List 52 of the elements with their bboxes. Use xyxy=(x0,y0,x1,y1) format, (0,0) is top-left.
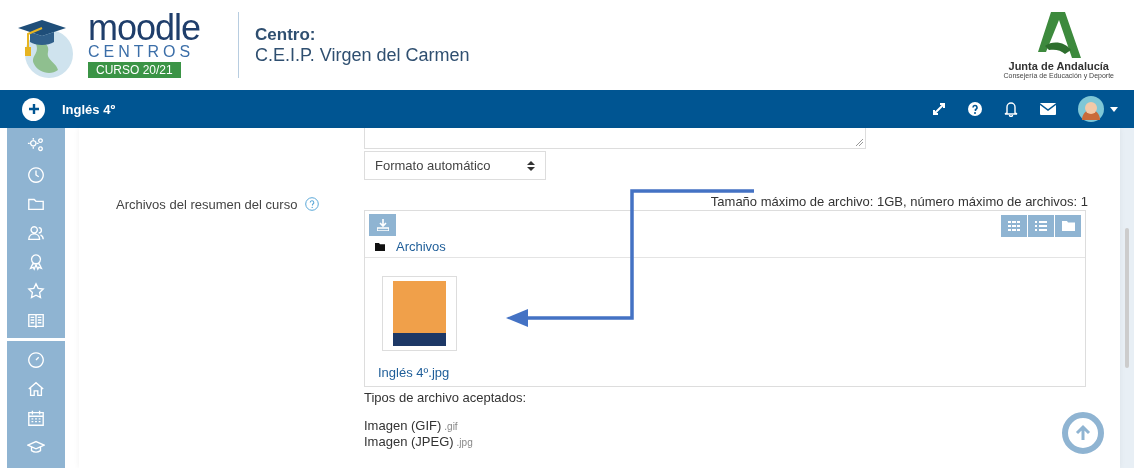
course-title[interactable]: Inglés 4º xyxy=(62,101,116,117)
help-icon[interactable] xyxy=(968,102,982,116)
summary-textarea[interactable] xyxy=(364,128,866,149)
notification-bell-icon[interactable] xyxy=(1004,101,1018,117)
book-icon[interactable] xyxy=(27,311,45,329)
folder-icon xyxy=(375,242,385,251)
list-view-button[interactable] xyxy=(1028,215,1054,237)
centro-name: C.E.I.P. Virgen del Carmen xyxy=(255,44,470,66)
gauge-icon[interactable] xyxy=(27,351,45,369)
caret-icon[interactable] xyxy=(1110,106,1118,112)
folder-icon xyxy=(1061,221,1075,231)
up-arrow-icon xyxy=(1074,424,1092,442)
junta-logo-icon xyxy=(1036,11,1081,58)
download-button[interactable] xyxy=(369,214,396,236)
file-type-name: Imagen (JPEG) xyxy=(364,434,454,449)
star-icon[interactable] xyxy=(27,282,45,300)
add-button[interactable] xyxy=(22,97,45,121)
course-year-badge: CURSO 20/21 xyxy=(88,61,181,78)
calendar-icon[interactable] xyxy=(27,409,45,427)
folder-path-link[interactable]: Archivos xyxy=(396,239,446,254)
award-icon[interactable] xyxy=(27,253,45,271)
grid-view-button[interactable] xyxy=(1001,215,1027,237)
centro-label: Centro: xyxy=(255,24,317,45)
avatar-icon[interactable] xyxy=(1078,96,1104,122)
field-label: Archivos del resumen del curso xyxy=(116,197,298,212)
photo-placeholder xyxy=(393,281,446,346)
logo-subtitle: CENTROS xyxy=(88,42,195,61)
scroll-to-top-button[interactable] xyxy=(1062,412,1104,454)
plus-icon xyxy=(27,103,40,115)
file-extension: .gif xyxy=(444,421,458,432)
format-select[interactable]: Formato automático xyxy=(364,151,546,180)
file-thumbnail[interactable] xyxy=(382,276,457,351)
grid-icon xyxy=(1008,221,1020,231)
folder-view-button[interactable] xyxy=(1055,215,1081,237)
mail-icon[interactable] xyxy=(1040,103,1056,115)
file-type-name: Imagen (GIF) xyxy=(364,418,442,433)
list-icon xyxy=(1035,221,1047,231)
file-extension: .jpg xyxy=(456,437,473,448)
scrollbar-thumb[interactable] xyxy=(1125,228,1129,368)
graduation-cap-icon[interactable] xyxy=(27,438,45,456)
file-name-link[interactable]: Inglés 4º.jpg xyxy=(378,365,450,380)
file-limits-text: Tamaño máximo de archivo: 1GB, número máximo de archivos: 1 xyxy=(710,194,1088,209)
organization-name: Junta de Andalucía xyxy=(1008,59,1109,72)
expand-icon[interactable] xyxy=(932,102,946,116)
accepted-types-title: Tipos de archivo aceptados: xyxy=(364,390,527,405)
logo-wordmark: moodle xyxy=(88,12,201,43)
home-icon[interactable] xyxy=(27,380,45,398)
resize-handle-icon[interactable] xyxy=(855,138,863,146)
sort-arrows-icon xyxy=(527,160,535,171)
clock-icon[interactable] xyxy=(27,166,45,184)
users-icon[interactable] xyxy=(27,224,45,242)
download-icon xyxy=(376,219,389,231)
